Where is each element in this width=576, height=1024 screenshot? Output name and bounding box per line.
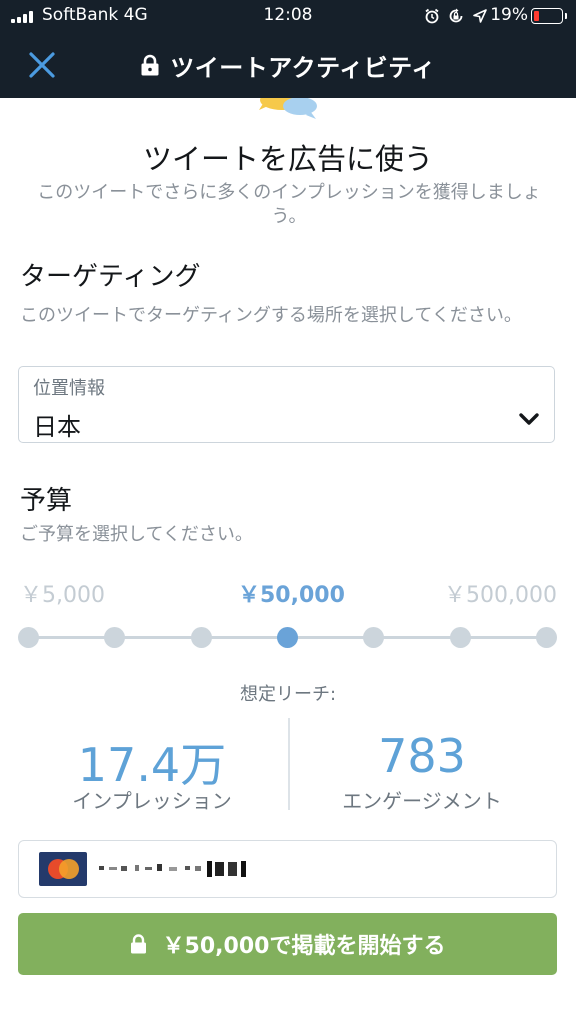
start-button-label: ￥50,000で掲載を開始する xyxy=(162,934,446,959)
budget-slider-step[interactable] xyxy=(18,627,39,648)
location-arrow-icon xyxy=(473,9,487,23)
status-bar: SoftBank 4G 12:08 19% xyxy=(0,0,576,32)
credit-card-icon xyxy=(39,852,87,886)
budget-slider-step[interactable] xyxy=(449,627,471,648)
payment-method[interactable] xyxy=(18,840,557,898)
stat-divider xyxy=(288,718,290,810)
reach-label: 想定リーチ: xyxy=(239,684,337,705)
chevron-down-icon xyxy=(519,413,539,425)
app-header: SoftBank 4G 12:08 19% ツイートアクティビティ xyxy=(0,0,576,98)
battery-percent: 19% xyxy=(490,5,528,25)
budget-description: ご予算を選択してください。 xyxy=(20,524,253,545)
budget-slider-step[interactable] xyxy=(190,627,212,648)
budget-slider-step[interactable] xyxy=(363,627,385,648)
impressions-label: インプレッション xyxy=(72,789,232,813)
location-value: 日本 xyxy=(33,413,81,441)
rotation-lock-icon xyxy=(449,8,463,23)
alarm-icon xyxy=(425,8,439,24)
lock-icon xyxy=(130,934,146,954)
battery-icon xyxy=(531,8,567,24)
targeting-description: このツイートでターゲティングする場所を選択してください。 xyxy=(20,305,522,326)
budget-title: 予算 xyxy=(20,486,73,516)
engagements-label: エンゲージメント xyxy=(342,789,502,813)
budget-tick-selected: ￥50,000 xyxy=(238,583,345,608)
masked-card-number xyxy=(99,861,246,877)
budget-slider-step[interactable] xyxy=(104,627,126,648)
page-title: ツイートアクティビティ xyxy=(170,53,436,82)
start-promotion-button[interactable]: ￥50,000で掲載を開始する xyxy=(18,913,557,975)
targeting-title: ターゲティング xyxy=(20,262,201,292)
budget-tick-min: ￥5,000 xyxy=(20,583,105,608)
budget-slider-step[interactable] xyxy=(536,627,557,648)
location-select[interactable]: 位置情報 日本 xyxy=(18,366,555,443)
budget-tick-max: ￥500,000 xyxy=(444,583,557,608)
engagements-value: 783 xyxy=(378,729,466,783)
lock-icon xyxy=(141,54,159,76)
promote-heading: ツイートを広告に使う xyxy=(142,142,433,176)
promote-illustration xyxy=(259,98,317,119)
location-label: 位置情報 xyxy=(33,378,105,399)
budget-slider-thumb[interactable] xyxy=(277,627,298,648)
promote-description: このツイートでさらに多くのインプレッションを獲得しましょう。 xyxy=(37,182,541,227)
